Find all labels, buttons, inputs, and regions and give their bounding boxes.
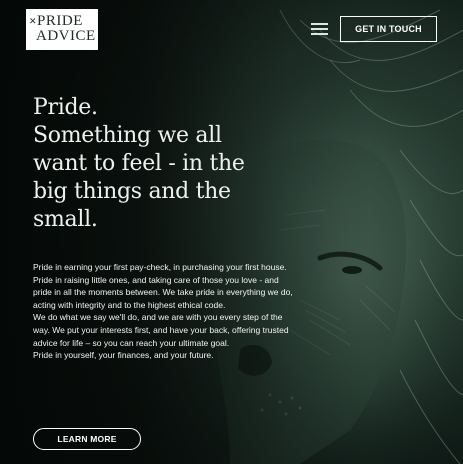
logo-line-2: ADVICE	[36, 28, 96, 44]
hamburger-bar	[311, 28, 328, 30]
hero-description: Pride in earning your first pay-check, i…	[33, 261, 293, 362]
headline-line: small.	[33, 207, 98, 232]
hero-paragraph: We do what we say we'll do, and we are w…	[33, 312, 289, 348]
logo-line-1: ✕PRIDE	[29, 13, 98, 29]
hero-headline: Pride. Something we all want to feel - i…	[33, 94, 283, 234]
logo-word-1: PRIDE	[37, 13, 83, 29]
headline-line: big things and the	[33, 179, 231, 204]
pride-advice-logo[interactable]: ✕PRIDE ADVICE	[26, 9, 98, 50]
hero-paragraph: Pride in yourself, your finances, and yo…	[33, 350, 214, 361]
headline-line: Something we all	[33, 123, 222, 148]
headline-line: Pride.	[33, 95, 98, 120]
hamburger-icon[interactable]	[311, 23, 328, 35]
learn-more-button[interactable]: LEARN MORE	[33, 428, 141, 450]
headline-line: want to feel - in the	[33, 151, 245, 176]
hero-paragraph: Pride in earning your first pay-check, i…	[33, 262, 293, 310]
hero-section: ✕PRIDE ADVICE GET IN TOUCH Pride. Someth…	[0, 0, 463, 464]
hamburger-bar	[311, 23, 328, 25]
site-header: ✕PRIDE ADVICE GET IN TOUCH	[0, 0, 463, 56]
get-in-touch-button[interactable]: GET IN TOUCH	[340, 16, 437, 42]
logo-mark-icon: ✕	[29, 16, 38, 26]
hamburger-bar	[311, 33, 328, 35]
